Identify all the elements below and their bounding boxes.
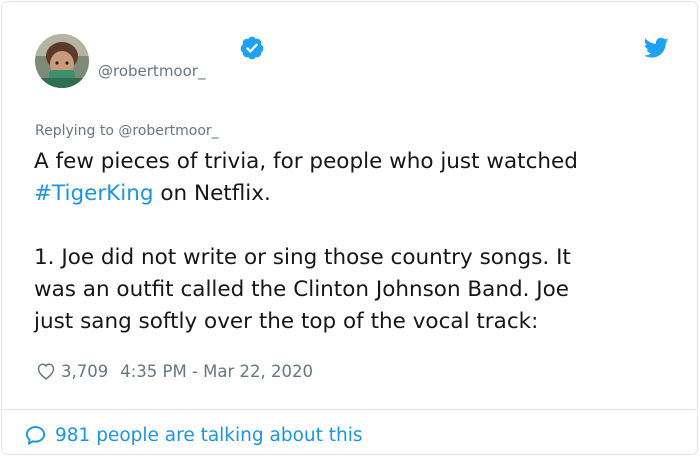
tweet-meta: 3,709 4:35 PM - Mar 22, 2020 [35, 359, 313, 383]
author-handle[interactable]: @robertmoor_ [98, 61, 205, 81]
avatar-photo [35, 34, 89, 88]
tweet-line-rest: on Netflix. [153, 181, 271, 206]
tweet-line: #TigerKing on Netflix. [34, 178, 674, 210]
tweet-line: was an outfit called the Clinton Johnson… [34, 277, 570, 302]
conversation-link[interactable]: 981 people are talking about this [24, 422, 363, 448]
divider [2, 409, 697, 410]
replying-user-link[interactable]: @robertmoor_ [118, 123, 218, 139]
twitter-bird-icon[interactable] [643, 37, 669, 59]
tweet-line: 1. Joe did not write or sing those count… [34, 245, 571, 270]
tweet-timestamp[interactable]: 4:35 PM - Mar 22, 2020 [120, 362, 313, 381]
like-count[interactable]: 3,709 [61, 362, 108, 381]
tweet-line: just sang softly over the top of the voc… [34, 309, 539, 334]
replying-to: Replying to @robertmoor_ [35, 122, 219, 140]
replying-prefix: Replying to [35, 123, 119, 139]
conversation-text[interactable]: 981 people are talking about this [55, 425, 363, 446]
tweet-text: A few pieces of trivia, for people who j… [34, 146, 674, 338]
avatar[interactable] [35, 34, 89, 88]
heart-icon[interactable] [35, 360, 57, 382]
hashtag-link[interactable]: #TigerKing [34, 181, 154, 206]
verified-badge-icon [239, 35, 265, 61]
tweet-card: @robertmoor_ Replying to @robertmoor_ A … [1, 1, 698, 455]
tweet-line: A few pieces of trivia, for people who j… [34, 149, 578, 174]
speech-bubble-icon [25, 425, 46, 445]
